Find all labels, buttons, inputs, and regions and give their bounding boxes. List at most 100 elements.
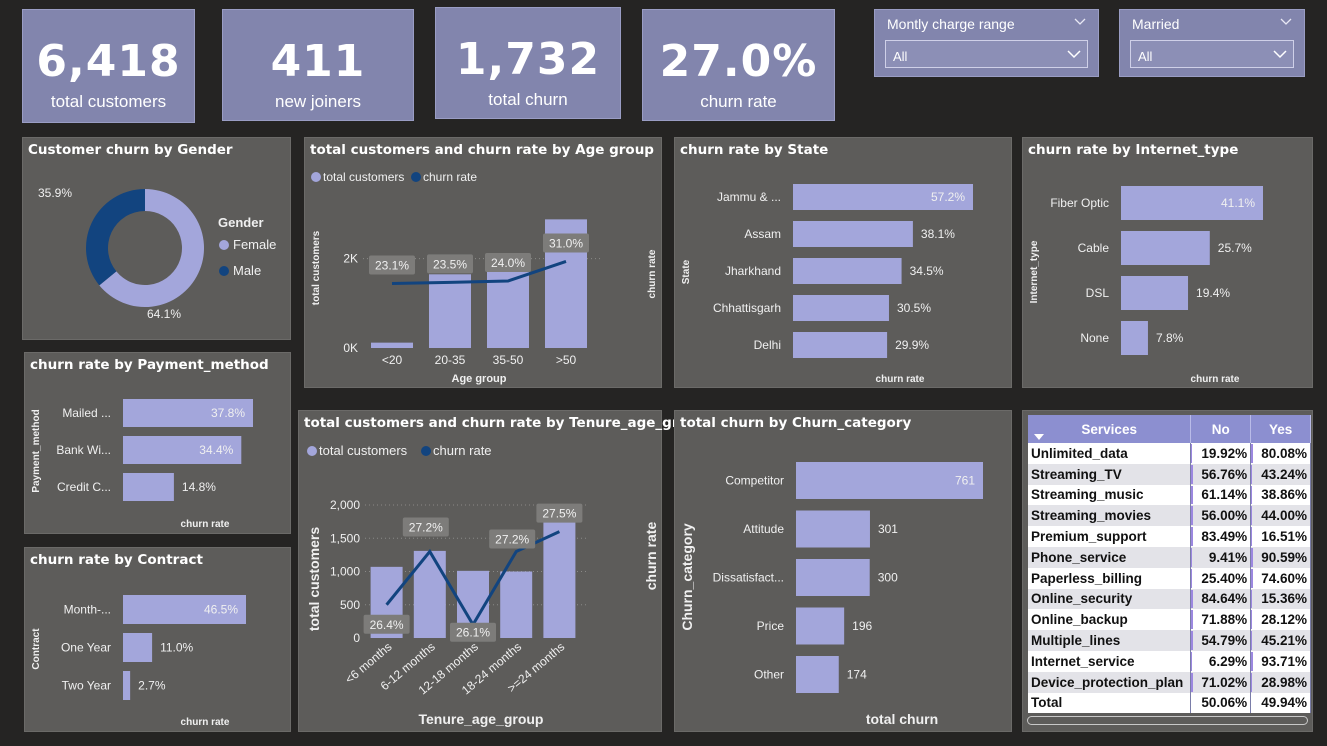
kpi-value: 1,732 (455, 34, 601, 85)
cell-text: 50.06% (1201, 695, 1248, 711)
data-bar (1191, 610, 1194, 630)
slicer-married[interactable]: Married All (1119, 9, 1305, 77)
data-label: 31.0% (549, 236, 583, 250)
table-row[interactable]: Multiple_lines 54.79% 45.21% (1028, 630, 1311, 651)
panel-churn-category: total churn by Churn_category Competitor… (674, 410, 1012, 732)
table-cell-service: Unlimited_data (1028, 443, 1192, 464)
y-axis-title: total customers (306, 527, 322, 631)
bar (796, 510, 870, 548)
x-axis-title: total churn (866, 711, 938, 727)
kpi-label: churn rate (700, 92, 777, 111)
kpi-value: 411 (270, 36, 366, 87)
column-header-services[interactable]: Services (1028, 415, 1192, 443)
bar (543, 511, 576, 638)
data-label: 24.0% (491, 256, 525, 270)
internet-type-bar-chart: Fiber Optic 41.1% Cable 25.7% DSL 19.4% None 7.… (1029, 186, 1263, 385)
cell-text: 84.64% (1201, 591, 1248, 607)
data-label: 196 (852, 619, 872, 633)
cell-text: 71.88% (1201, 612, 1248, 628)
column-header-no[interactable]: No (1190, 415, 1252, 443)
cell-text: 49.94% (1261, 695, 1307, 711)
data-bar (1251, 506, 1253, 526)
cell-text: Device_protection_plan (1031, 674, 1184, 690)
data-bar (1191, 527, 1194, 546)
table-row[interactable]: Streaming_movies 56.00% 44.00% (1028, 505, 1311, 527)
kpi-total-customers: 6,418 total customers (22, 9, 195, 123)
column-header-label: Services (1081, 421, 1137, 437)
panel-payment-method: churn rate by Payment_method Mailed ... 3… (24, 352, 291, 534)
services-table: Services No Yes Unlimited_data 19.92% 80.0… (1028, 415, 1311, 714)
data-label: 26.4% (370, 618, 404, 632)
table-cell-value: 56.76% (1190, 463, 1252, 485)
y-tick-label: 2,000 (330, 498, 360, 512)
chevron-down-icon[interactable] (1074, 18, 1086, 26)
slicer-monthly-charge[interactable]: Montly charge range All (874, 9, 1099, 77)
gender-donut-chart: 64.1% 35.9% Gender Female Male (38, 186, 276, 321)
table-cell-value: 6.29% (1190, 650, 1252, 672)
data-label: 27.2% (409, 521, 443, 535)
horizontal-scrollbar[interactable] (1027, 716, 1308, 725)
table-row[interactable]: Premium_support 83.49% 16.51% (1028, 526, 1311, 547)
legend-marker (421, 446, 431, 456)
x-tick-label: >50 (556, 353, 577, 367)
cell-text: 74.60% (1261, 570, 1307, 586)
data-label: 29.9% (895, 338, 929, 352)
table-row[interactable]: Streaming_music 61.14% 38.86% (1028, 484, 1311, 506)
kpi-total-churn: 1,732 total churn (435, 7, 621, 119)
data-bar (1251, 610, 1252, 630)
cell-text: 56.00% (1201, 508, 1248, 524)
table-cell-value: 28.98% (1250, 671, 1311, 693)
bar (1121, 276, 1189, 310)
cell-text: 83.49% (1201, 529, 1248, 545)
slicer-dropdown[interactable]: All (1130, 40, 1294, 68)
cell-text: 9.41% (1208, 549, 1248, 565)
table-cell-value: 54.79% (1190, 630, 1252, 651)
panel-state: churn rate by State Jammu & ... 57.2% Assa… (674, 137, 1012, 388)
category-label: Fiber Optic (1050, 196, 1109, 210)
table-row[interactable]: Online_backup 71.88% 28.12% (1028, 609, 1311, 631)
table-cell-value: 61.14% (1190, 484, 1252, 506)
table-cell-service: Device_protection_plan (1028, 671, 1192, 693)
data-bar (1191, 464, 1193, 484)
data-bar (1251, 651, 1254, 671)
table-row[interactable]: Internet_service 6.29% 93.71% (1028, 650, 1311, 672)
cell-text: 16.51% (1261, 529, 1307, 545)
table-row[interactable]: Streaming_TV 56.76% 43.24% (1028, 463, 1311, 485)
data-label: 34.5% (910, 264, 944, 278)
x-axis-title: churn rate (1191, 374, 1240, 385)
category-label: Credit C... (57, 480, 111, 494)
data-bar (1191, 568, 1192, 588)
slicer-title: Married (1132, 16, 1180, 32)
data-bar (1251, 568, 1253, 588)
cell-text: 90.59% (1261, 549, 1307, 565)
data-bar (1251, 631, 1253, 650)
table-row[interactable]: Unlimited_data 19.92% 80.08% (1028, 443, 1311, 464)
column-header-yes[interactable]: Yes (1250, 415, 1311, 443)
cell-text: Online_backup (1031, 612, 1128, 628)
table-cell-value: 19.92% (1190, 443, 1252, 464)
category-label: Jharkhand (725, 264, 781, 278)
table-cell-value: 93.71% (1250, 650, 1311, 672)
table-row[interactable]: Paperless_billing 25.40% 74.60% (1028, 567, 1311, 589)
table-row[interactable]: Device_protection_plan 71.02% 28.98% (1028, 671, 1311, 693)
chevron-down-icon[interactable] (1280, 18, 1292, 26)
x-axis-title: churn rate (181, 519, 230, 530)
chevron-down-icon[interactable] (1067, 50, 1081, 59)
cell-text: 28.12% (1261, 612, 1307, 628)
data-label: 300 (878, 571, 898, 585)
table-cell-value: 71.88% (1190, 609, 1252, 631)
table-row[interactable]: Phone_service 9.41% 90.59% (1028, 546, 1311, 568)
cell-text: Multiple_lines (1031, 633, 1121, 649)
table-cell-value: 43.24% (1250, 463, 1311, 485)
sort-descending-icon[interactable] (1034, 434, 1044, 440)
data-label: 23.1% (375, 259, 409, 273)
table-row[interactable]: Online_security 84.64% 15.36% (1028, 588, 1311, 610)
category-label: Competitor (725, 474, 784, 488)
data-label: 174 (847, 668, 867, 682)
chevron-down-icon[interactable] (1273, 50, 1287, 59)
category-label: Price (757, 619, 785, 633)
slicer-dropdown[interactable]: All (885, 40, 1088, 68)
cell-text: Total (1031, 695, 1063, 711)
legend-label: churn rate (433, 443, 492, 458)
y2-axis-title: churn rate (647, 249, 658, 298)
